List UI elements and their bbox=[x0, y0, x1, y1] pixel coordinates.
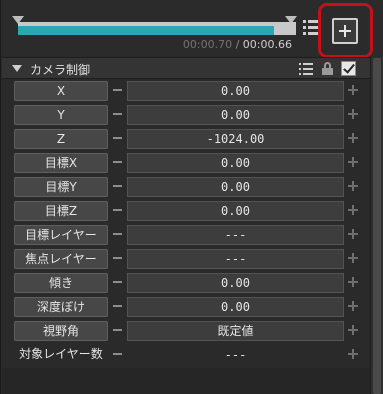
parameter-row: 目標Y 0.00 bbox=[1, 176, 370, 197]
decrement-icon[interactable] bbox=[113, 113, 122, 115]
increment-icon[interactable] bbox=[348, 181, 358, 191]
increment-icon[interactable] bbox=[348, 253, 358, 263]
parameter-label-button[interactable]: 焦点レイヤー bbox=[14, 249, 108, 269]
decrement-icon[interactable] bbox=[113, 353, 122, 355]
increment-icon[interactable] bbox=[348, 157, 358, 167]
parameter-value-field[interactable]: --- bbox=[127, 345, 344, 365]
parameter-label-button[interactable]: Z bbox=[14, 129, 108, 149]
parameter-value-field[interactable]: --- bbox=[127, 249, 344, 269]
parameter-label-button[interactable]: 目標Y bbox=[14, 177, 108, 197]
parameter-row: Y 0.00 bbox=[1, 104, 370, 125]
increment-icon[interactable] bbox=[348, 349, 358, 359]
increment-icon[interactable] bbox=[348, 109, 358, 119]
parameter-value-field[interactable]: 既定値 bbox=[127, 321, 344, 341]
time-separator: / bbox=[232, 38, 243, 51]
section-header[interactable]: カメラ制御 bbox=[2, 57, 370, 79]
decrement-icon[interactable] bbox=[113, 305, 122, 307]
parameter-row: 目標X 0.00 bbox=[1, 152, 370, 173]
parameter-label-button[interactable]: 目標レイヤー bbox=[14, 225, 108, 245]
parameter-value-field[interactable]: 0.00 bbox=[127, 273, 344, 293]
section-list-icon[interactable] bbox=[299, 63, 313, 75]
increment-icon[interactable] bbox=[348, 229, 358, 239]
panel-empty-area bbox=[2, 368, 370, 394]
scrollbar-thumb[interactable] bbox=[373, 58, 381, 394]
parameter-label-button[interactable]: 視野角 bbox=[14, 321, 108, 341]
decrement-icon[interactable] bbox=[113, 281, 122, 283]
decrement-icon[interactable] bbox=[113, 257, 122, 259]
parameter-label: 対象レイヤー数 bbox=[19, 347, 103, 361]
increment-icon[interactable] bbox=[348, 325, 358, 335]
enable-checkbox[interactable] bbox=[341, 61, 356, 76]
timeline-progress bbox=[18, 26, 274, 35]
parameter-row: 傾き 0.00 bbox=[1, 272, 370, 293]
parameter-value-field[interactable]: 0.00 bbox=[127, 81, 344, 101]
parameter-label-button[interactable]: 目標X bbox=[14, 153, 108, 173]
parameter-value-field[interactable]: 0.00 bbox=[127, 105, 344, 125]
parameter-row: 焦点レイヤー --- bbox=[1, 248, 370, 269]
triangle-down-icon[interactable] bbox=[12, 65, 22, 72]
decrement-icon[interactable] bbox=[113, 233, 122, 235]
section-title: カメラ制御 bbox=[30, 63, 91, 77]
parameter-value-field[interactable]: 0.00 bbox=[127, 153, 344, 173]
timeline-time-readout: 00:00.70 / 00:00.66 bbox=[183, 38, 292, 51]
increment-icon[interactable] bbox=[348, 205, 358, 215]
parameter-value-field[interactable]: 0.00 bbox=[127, 297, 344, 317]
camera-control-panel: 00:00.70 / 00:00.66 カメラ制御 X 0.00 Y 0.00 Z -10… bbox=[0, 0, 383, 394]
parameter-label-button[interactable]: 傾き bbox=[14, 273, 108, 293]
decrement-icon[interactable] bbox=[113, 89, 122, 91]
timeline-track[interactable] bbox=[18, 22, 296, 35]
current-time: 00:00.70 bbox=[182, 38, 233, 51]
parameter-value-field[interactable]: -1024.00 bbox=[127, 129, 344, 149]
end-time: 00:00.66 bbox=[242, 38, 292, 51]
parameter-row: 目標レイヤー --- bbox=[1, 224, 370, 245]
increment-icon[interactable] bbox=[348, 301, 358, 311]
decrement-icon[interactable] bbox=[113, 329, 122, 331]
decrement-icon[interactable] bbox=[113, 161, 122, 163]
decrement-icon[interactable] bbox=[113, 209, 122, 211]
lock-icon[interactable] bbox=[322, 62, 333, 75]
add-button[interactable] bbox=[332, 18, 358, 44]
parameter-label-button[interactable]: 深度ぼけ bbox=[14, 297, 108, 317]
timeline: 00:00.70 / 00:00.66 bbox=[1, 0, 383, 58]
parameter-row: X 0.00 bbox=[1, 80, 370, 101]
parameter-row: 深度ぼけ 0.00 bbox=[1, 296, 370, 317]
parameter-row: 目標Z 0.00 bbox=[1, 200, 370, 221]
parameter-value-field[interactable]: --- bbox=[127, 225, 344, 245]
increment-icon[interactable] bbox=[348, 85, 358, 95]
parameter-label-button[interactable]: X bbox=[14, 81, 108, 101]
parameter-value-field[interactable]: 0.00 bbox=[127, 201, 344, 221]
parameter-label-button[interactable]: 目標Z bbox=[14, 201, 108, 221]
increment-icon[interactable] bbox=[348, 133, 358, 143]
parameter-row: Z -1024.00 bbox=[1, 128, 370, 149]
increment-icon[interactable] bbox=[348, 277, 358, 287]
parameter-value-field[interactable]: 0.00 bbox=[127, 177, 344, 197]
parameter-row: 対象レイヤー数 --- bbox=[1, 344, 370, 365]
parameter-label-button[interactable]: Y bbox=[14, 105, 108, 125]
decrement-icon[interactable] bbox=[113, 185, 122, 187]
parameter-row: 視野角 既定値 bbox=[1, 320, 370, 341]
decrement-icon[interactable] bbox=[113, 137, 122, 139]
